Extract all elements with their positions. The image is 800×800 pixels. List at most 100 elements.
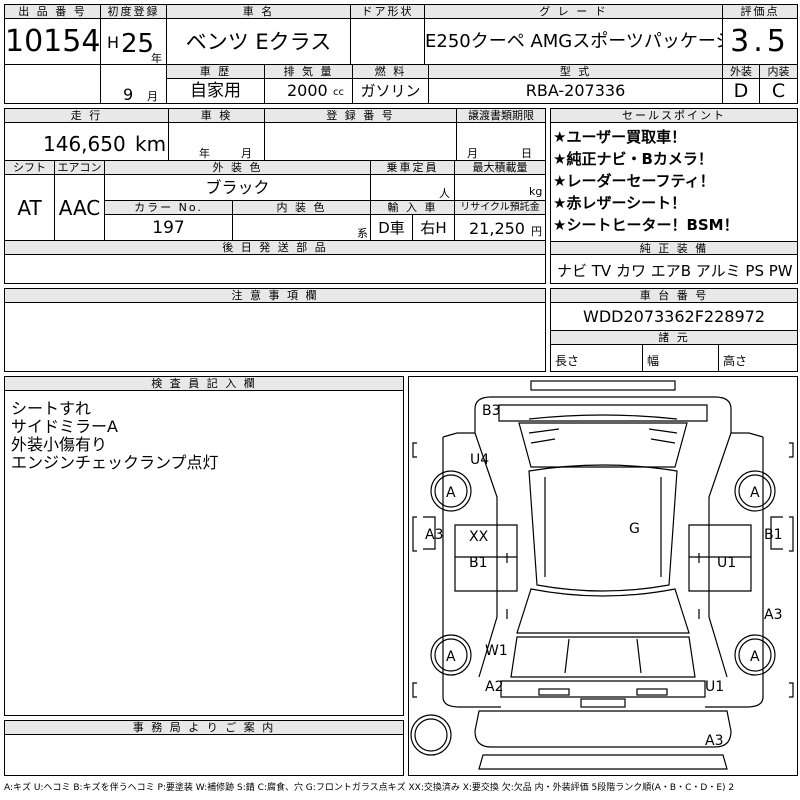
length-label: 長さ: [555, 354, 580, 368]
inspector-box: 検 査 員 記 入 欄 シートすれ サイドミラーA 外装小傷有り エンジンチェッ…: [4, 376, 404, 716]
equipment-label: 純 正 装 備: [551, 241, 797, 255]
registration-year: 25: [121, 29, 155, 59]
tire-mark-fr: A: [750, 649, 760, 665]
chassis-number: WDD2073362F228972: [551, 303, 797, 331]
legend: A:キズ U:ヘコミ B:キズを伴うヘコミ P:要塗装 W:補修跡 S:錆 C:…: [4, 783, 735, 793]
exterior-grade-label: 外装: [723, 65, 760, 79]
car-name-label: 車 名: [167, 5, 351, 19]
exterior-grade: D: [723, 79, 760, 103]
notes-box: 注 意 事 項 欄: [4, 288, 546, 372]
left-body-side: [442, 437, 501, 708]
height-label: 高さ: [723, 354, 748, 368]
inspector-label: 検 査 員 記 入 欄: [5, 377, 403, 391]
mark-a3-left: A3: [425, 527, 443, 543]
mark-a3-right: A3: [764, 607, 782, 623]
later-parts-label: 後 日 発 送 部 品: [5, 241, 545, 255]
registration-number-label: 登 録 番 号: [265, 109, 457, 123]
height-cell: 高さ: [719, 345, 797, 371]
sales-point-item: ★レーダーセーフティ！: [553, 172, 715, 190]
door-type: [351, 19, 425, 65]
later-parts-value: [5, 255, 545, 283]
header-box: 出 品 番 号 10154 初度登録 H 25 年 9 月 車 名 ベンツ Eク…: [4, 4, 798, 104]
interior-color-unit: 系: [357, 227, 368, 240]
shift-label: シフト: [5, 161, 55, 175]
equipment-value: ナビ TV カワ エアB アルミ PS PW: [557, 262, 793, 280]
max-load-cell: kg: [455, 175, 545, 201]
chassis-box: 車 台 番 号 WDD2073362F228972 諸 元 長さ 幅 高さ: [550, 288, 798, 372]
capacity-label: 乗車定員: [371, 161, 455, 175]
recycle-label: リサイクル預託金: [455, 201, 545, 215]
mark-b3: B3: [482, 403, 501, 419]
mark-u1-right: U1: [717, 555, 736, 571]
steering-side: 右H: [413, 215, 455, 241]
mark-g: G: [629, 521, 640, 537]
recycle-cell: 21,250 円: [455, 215, 545, 241]
max-load-label: 最大積載量: [455, 161, 545, 175]
mark-u4: U4: [470, 452, 489, 468]
details-box: 走 行 車 検 登 録 番 号 譲渡書類期限 146,650 km 年 月 月 …: [4, 108, 546, 284]
rear-glass: [518, 422, 688, 468]
mark-xx: XX: [469, 529, 489, 545]
capacity-unit: 人: [439, 187, 450, 200]
fuel: ガソリン: [353, 79, 429, 103]
mileage-label: 走 行: [5, 109, 169, 123]
exterior-color-label: 外 装 色: [105, 161, 371, 175]
inspection-cell: 年 月: [169, 123, 265, 161]
width-cell: 幅: [643, 345, 719, 371]
registration-month: 9: [123, 85, 134, 103]
import-label: 輸 入 車: [371, 201, 455, 215]
lot-number: 10154: [5, 19, 101, 65]
notes-label: 注 意 事 項 欄: [5, 289, 545, 303]
displacement: 2000: [287, 81, 328, 100]
mark-w1: W1: [485, 643, 508, 659]
model: RBA-207336: [429, 79, 723, 103]
mark-a2: A2: [485, 679, 503, 695]
history: 自家用: [167, 79, 265, 103]
model-label: 型 式: [429, 65, 723, 79]
chassis-number-label: 車 台 番 号: [551, 289, 797, 303]
registration-year-unit: 年: [151, 52, 162, 65]
registration-month-cell: 9 月: [101, 65, 167, 103]
shift: AT: [5, 175, 55, 241]
width-label: 幅: [647, 354, 660, 368]
car-name: ベンツ Eクラス: [167, 19, 351, 65]
sales-point-item: ★赤レザーシート！: [553, 194, 687, 212]
fuel-label: 燃 料: [353, 65, 429, 79]
door-type-label: ドア形状: [351, 5, 425, 19]
right-body-side: [705, 437, 764, 708]
transfer-day-unit: 日: [521, 147, 532, 160]
inspection-year-unit: 年: [199, 147, 210, 160]
mark-a3-bottom: A3: [705, 733, 723, 749]
recycle-amount: 21,250: [469, 219, 525, 238]
sales-points-label: セールスポイント: [551, 109, 797, 123]
sales-point-item: ★シートヒーター！BSM！: [553, 216, 739, 234]
front-plate: [580, 698, 626, 708]
grade-label: グ レ ー ド: [425, 5, 723, 19]
max-load-unit: kg: [529, 185, 543, 198]
inspection-label: 車 検: [169, 109, 265, 123]
capacity-cell: 人: [371, 175, 455, 201]
interior-color-cell: 系: [233, 215, 371, 241]
front-bumper-lower: [474, 710, 732, 748]
spec-label: 諸 元: [551, 331, 797, 345]
length-cell: 長さ: [551, 345, 643, 371]
mark-u1-bottom: U1: [705, 679, 724, 695]
lot-number-label: 出 品 番 号: [5, 5, 101, 19]
era: H: [107, 33, 120, 52]
car-diagram: B3 U4 A3 XX B1 G U1 B1 A3 W1 A2 U1 A3 A …: [410, 380, 794, 770]
score-label: 評価点: [723, 5, 797, 19]
aircon: AAC: [55, 175, 105, 241]
exterior-color: ブラック: [105, 175, 371, 201]
interior-grade-label: 内装: [760, 65, 797, 79]
displacement-label: 排 気 量: [265, 65, 353, 79]
front-undercover: [478, 754, 728, 770]
windshield: [516, 588, 690, 634]
color-number-label: カラー No.: [105, 201, 233, 215]
lot-number-blank: [5, 65, 101, 103]
transfer-deadline-label: 譲渡書類期限: [457, 109, 545, 123]
registration-number: [265, 123, 457, 161]
inspection-month-unit: 月: [241, 147, 252, 160]
mileage-unit: km: [135, 132, 167, 156]
sales-point-item: ★純正ナビ・Bカメラ！: [553, 150, 713, 168]
mark-b1-right: B1: [764, 527, 783, 543]
